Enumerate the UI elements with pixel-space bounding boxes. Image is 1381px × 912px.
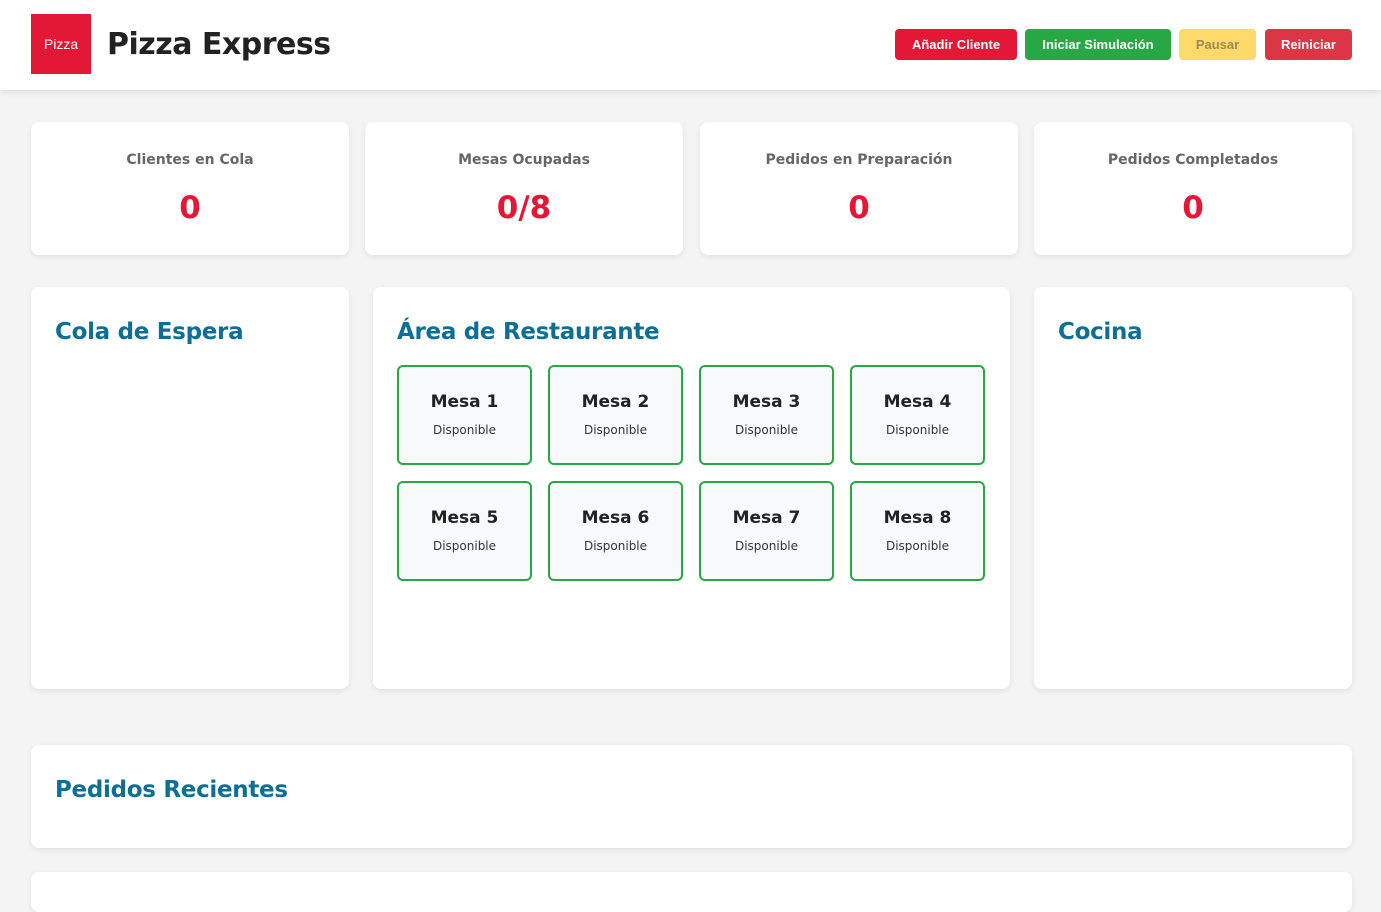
table-status: Disponible (885, 423, 950, 437)
table-card-1[interactable]: Mesa 1 Disponible (397, 365, 532, 465)
queue-panel: Cola de Espera (31, 287, 349, 689)
table-status: Disponible (432, 423, 497, 437)
stat-value: 0 (179, 190, 201, 226)
stat-label: Pedidos en Preparación (765, 152, 953, 168)
table-name: Mesa 4 (883, 392, 952, 412)
recent-orders-panel: Pedidos Recientes (31, 745, 1352, 848)
restaurant-title: Área de Restaurante (397, 319, 660, 345)
table-status: Disponible (432, 539, 497, 553)
table-status: Disponible (734, 423, 799, 437)
stat-value: 0 (848, 190, 870, 226)
pause-button[interactable]: Pausar (1179, 29, 1256, 60)
app-title: Pizza Express (107, 27, 331, 62)
stat-card-preparing: Pedidos en Preparación 0 (700, 122, 1018, 255)
kitchen-panel: Cocina (1034, 287, 1352, 689)
kitchen-title: Cocina (1058, 319, 1143, 345)
restaurant-panel: Área de Restaurante Mesa 1 Disponible Me… (373, 287, 1010, 689)
stat-value: 0/8 (496, 190, 552, 226)
queue-title: Cola de Espera (55, 319, 244, 345)
table-name: Mesa 2 (581, 392, 650, 412)
table-grid: Mesa 1 Disponible Mesa 2 Disponible Mesa… (397, 365, 986, 581)
reset-button[interactable]: Reiniciar (1265, 29, 1352, 60)
table-status: Disponible (583, 423, 648, 437)
app-header: Pizza Pizza Express Añadir Cliente Inici… (0, 0, 1381, 90)
recent-orders-title: Pedidos Recientes (55, 777, 288, 803)
add-client-button[interactable]: Añadir Cliente (895, 29, 1017, 60)
stat-card-queue: Clientes en Cola 0 (31, 122, 349, 255)
table-name: Mesa 5 (430, 508, 499, 528)
table-card-4[interactable]: Mesa 4 Disponible (850, 365, 985, 465)
next-panel (31, 872, 1352, 912)
table-card-3[interactable]: Mesa 3 Disponible (699, 365, 834, 465)
table-card-2[interactable]: Mesa 2 Disponible (548, 365, 683, 465)
stat-card-tables: Mesas Ocupadas 0/8 (365, 122, 683, 255)
table-name: Mesa 8 (883, 508, 952, 528)
table-name: Mesa 6 (581, 508, 650, 528)
table-status: Disponible (734, 539, 799, 553)
stat-card-completed: Pedidos Completados 0 (1034, 122, 1352, 255)
table-card-6[interactable]: Mesa 6 Disponible (548, 481, 683, 581)
pizza-logo: Pizza (31, 14, 91, 74)
table-name: Mesa 1 (430, 392, 499, 412)
start-simulation-button[interactable]: Iniciar Simulación (1025, 29, 1171, 60)
table-card-8[interactable]: Mesa 8 Disponible (850, 481, 985, 581)
table-card-5[interactable]: Mesa 5 Disponible (397, 481, 532, 581)
stat-label: Mesas Ocupadas (458, 152, 590, 168)
table-name: Mesa 3 (732, 392, 801, 412)
table-status: Disponible (583, 539, 648, 553)
stat-value: 0 (1182, 190, 1204, 226)
table-card-7[interactable]: Mesa 7 Disponible (699, 481, 834, 581)
table-status: Disponible (885, 539, 950, 553)
stat-label: Clientes en Cola (126, 152, 254, 168)
stat-label: Pedidos Completados (1107, 152, 1279, 168)
table-name: Mesa 7 (732, 508, 801, 528)
